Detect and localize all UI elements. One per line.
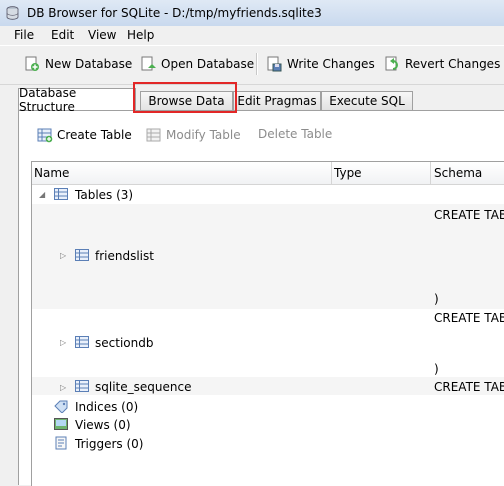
schema-cell: CREATE TABL [434,208,504,222]
tab-edit-pragmas[interactable]: Edit Pragmas [233,91,321,110]
schema-cell: CREATE TABL [434,311,504,325]
schema-cell: CREATE TABL [434,380,504,394]
tables-group[interactable]: Tables (3) [75,188,133,202]
index-tag-icon [54,400,68,413]
table-name[interactable]: sectiondb [95,336,153,350]
menu-view[interactable]: View [88,28,116,42]
title-bar: DB Browser for SQLite - D:/tmp/myfriends… [0,0,504,27]
collapse-arrow-icon[interactable]: ◢ [39,190,45,199]
new-database-label: New Database [45,57,133,71]
menu-edit[interactable]: Edit [51,28,74,42]
views-group[interactable]: Views (0) [75,418,131,432]
tab-edit-pragmas-label: Edit Pragmas [237,94,317,108]
menu-help[interactable]: Help [127,28,154,42]
expand-arrow-icon[interactable]: ▷ [60,251,66,260]
database-app-icon [6,6,19,20]
tab-database-structure-label: Database Structure [19,85,77,114]
tree-header: Name Type Schema [32,162,504,185]
write-changes-label: Write Changes [287,57,375,71]
revert-changes-icon [385,56,398,71]
open-database-button[interactable]: Open Database [140,52,254,76]
open-database-icon [141,56,156,71]
open-database-label: Open Database [161,57,255,71]
column-header-type[interactable]: Type [334,166,362,180]
create-table-label: Create Table [57,128,132,142]
delete-table-label: Delete Table [258,127,333,141]
revert-changes-label: Revert Changes [405,57,501,71]
main-toolbar: New Database Open Database Write Changes… [0,45,504,85]
table-icon [54,188,68,200]
table-icon [75,380,89,392]
create-table-button[interactable]: Create Table [37,127,132,143]
schema-tree[interactable]: Name Type Schema ◢ Tables (3) CREATE TAB… [31,161,504,486]
create-table-icon [37,128,53,143]
expand-arrow-icon[interactable]: ▷ [60,338,66,347]
menu-file[interactable]: File [14,28,34,42]
structure-toolbar: Create Table Modify Table Delete Table [19,111,504,159]
revert-changes-button[interactable]: Revert Changes [384,52,500,76]
schema-cell: ) [434,292,439,306]
modify-table-button[interactable]: Modify Table [146,127,241,143]
table-icon [75,249,89,261]
table-name[interactable]: sqlite_sequence [95,380,191,394]
new-database-icon [25,56,39,71]
write-changes-button[interactable]: Write Changes [266,52,375,76]
toolbar-separator [256,53,258,75]
database-structure-panel: Create Table Modify Table Delete Table N… [18,110,504,486]
column-header-schema[interactable]: Schema [434,166,482,180]
tab-database-structure[interactable]: Database Structure [18,86,136,114]
new-database-button[interactable]: New Database [24,52,132,76]
modify-table-icon [146,128,161,142]
write-changes-icon [267,56,282,72]
table-icon [75,336,89,348]
table-name[interactable]: friendslist [95,249,154,263]
tab-execute-sql-label: Execute SQL [329,94,405,108]
window-title: DB Browser for SQLite - D:/tmp/myfriends… [27,6,322,20]
tab-bar: Database Structure Browse Data Edit Prag… [0,86,504,114]
view-icon [54,418,68,430]
menu-bar: File Edit View Help [0,26,504,45]
trigger-script-icon [55,436,67,450]
tab-execute-sql[interactable]: Execute SQL [321,91,413,110]
expand-arrow-icon[interactable]: ▷ [60,383,66,392]
triggers-group[interactable]: Triggers (0) [75,437,143,451]
highlight-box [133,82,237,113]
indices-group[interactable]: Indices (0) [75,400,138,414]
column-divider [430,162,431,184]
column-divider [331,162,332,184]
schema-cell: ) [434,362,439,376]
column-header-name[interactable]: Name [34,166,69,180]
delete-table-button[interactable]: Delete Table [258,127,332,141]
modify-table-label: Modify Table [166,128,241,142]
